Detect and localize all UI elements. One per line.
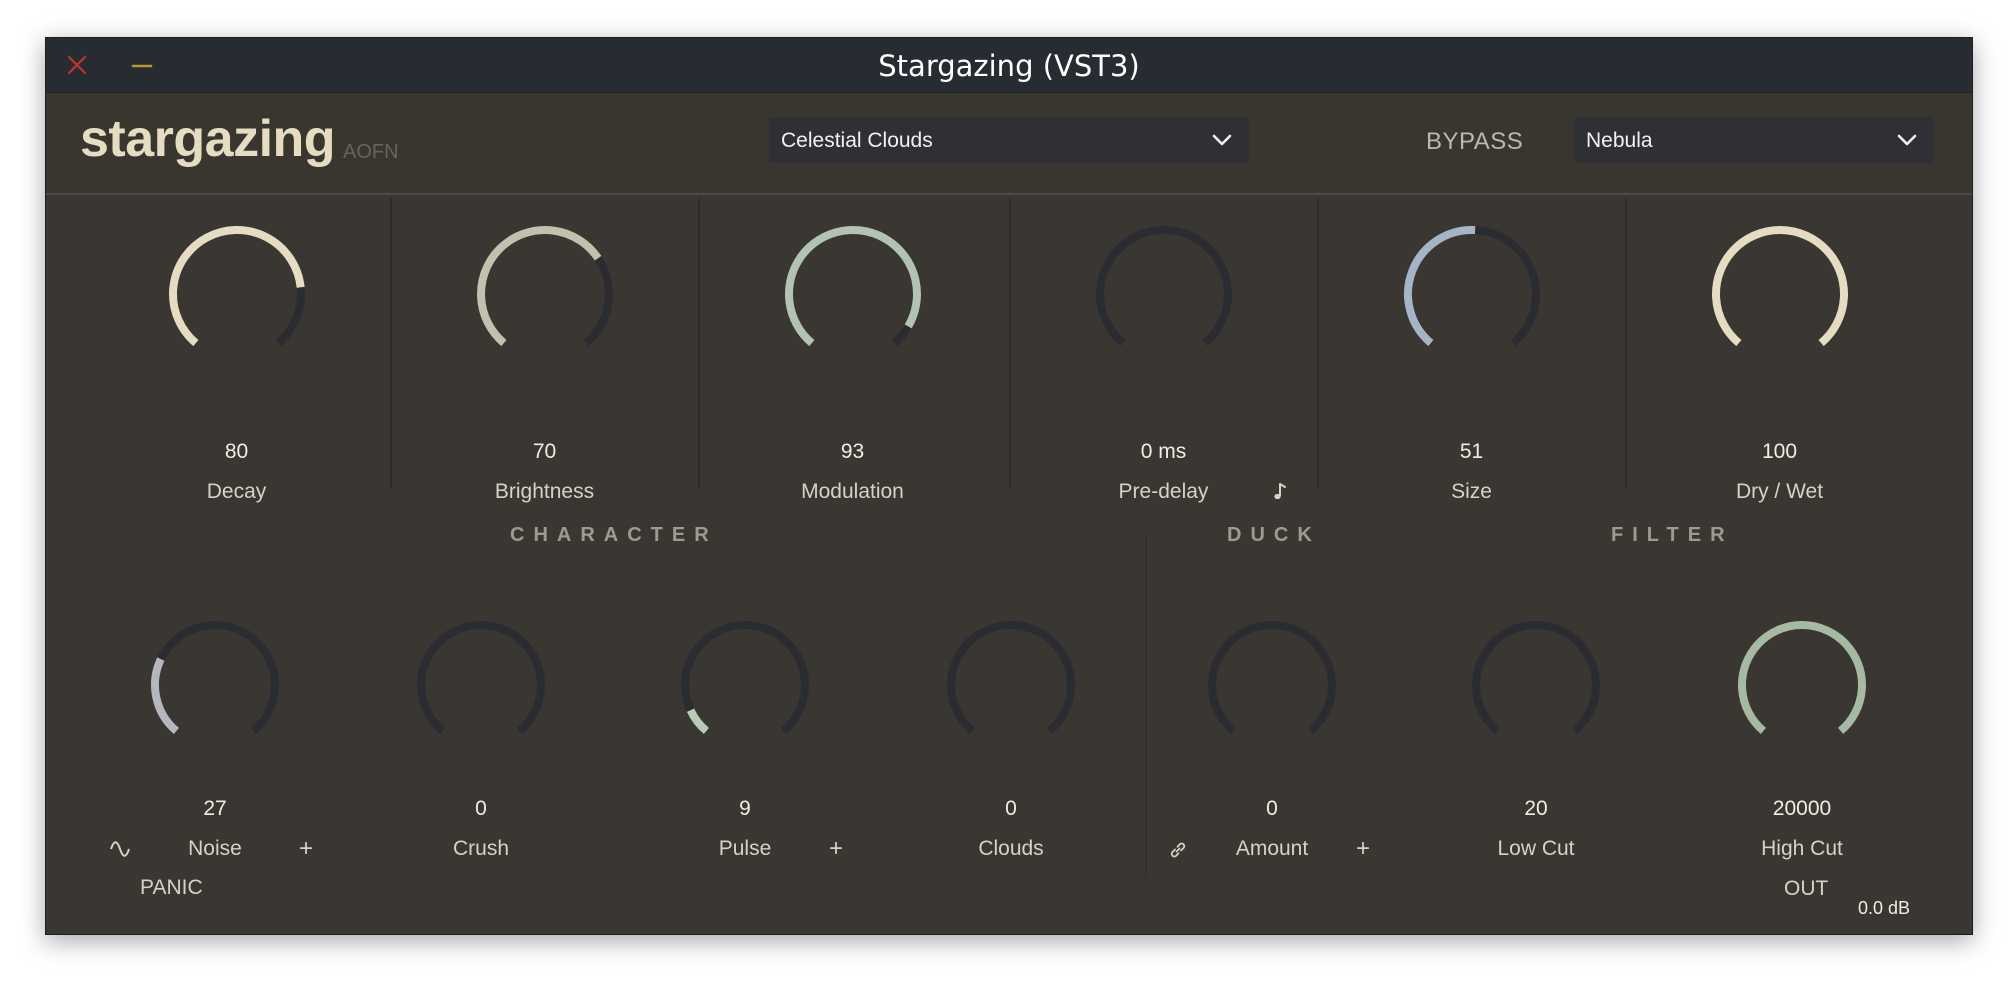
amount-control: 0 Amount + [1139, 583, 1405, 883]
crush-value: 0 [475, 797, 487, 820]
knob-track [1095, 226, 1232, 347]
pre-delay-value: 0 ms [1140, 440, 1187, 463]
dry-wet-value: 100 [1761, 440, 1798, 463]
amount-knob[interactable] [1202, 615, 1342, 755]
noise-add-button[interactable]: + [299, 835, 313, 863]
pre-delay-label: Pre-delay [1118, 480, 1209, 503]
modulation-label: Modulation [801, 480, 904, 503]
clouds-control: 0 Clouds [878, 583, 1144, 883]
knob-value-arc [1738, 621, 1866, 735]
chevron-down-icon [1211, 131, 1233, 149]
pre-delay-knob[interactable] [1089, 219, 1239, 369]
title-bar[interactable]: Stargazing (VST3) [46, 38, 1972, 93]
decay-value: 80 [224, 440, 249, 463]
knob-track [151, 621, 279, 735]
decay-label: Decay [206, 480, 267, 503]
output-level-readout[interactable]: 0.0 dB [1858, 898, 1910, 919]
clouds-knob[interactable] [941, 615, 1081, 755]
modulation-knob[interactable] [778, 219, 928, 369]
bypass-button[interactable]: BYPASS [1426, 128, 1523, 156]
header-bar: stargazing AOFN Celestial Clouds BYPASS … [46, 93, 1972, 195]
modulation-control: 93 Modulation [699, 195, 1006, 503]
pulse-control: 9 Pulse + [612, 583, 878, 883]
crush-knob[interactable] [411, 615, 551, 755]
noise-knob[interactable] [145, 615, 285, 755]
duck-section-title: DUCK [1227, 524, 1321, 546]
pulse-knob[interactable] [675, 615, 815, 755]
knob-value-arc [476, 226, 601, 347]
pulse-add-button[interactable]: + [829, 835, 843, 863]
knob-track [947, 621, 1075, 735]
knob-track [1208, 621, 1336, 735]
size-control: 51 Size [1318, 195, 1625, 503]
low-cut-knob[interactable] [1466, 615, 1606, 755]
knob-value-arc [151, 657, 180, 735]
decay-knob[interactable] [162, 219, 312, 369]
knob-track [1472, 621, 1600, 735]
high-cut-label: High Cut [1761, 837, 1843, 860]
window-title: Stargazing (VST3) [878, 49, 1140, 83]
mode-dropdown-value: Nebula [1586, 129, 1653, 152]
knob-value-arc [1403, 226, 1475, 347]
clouds-label: Clouds [978, 837, 1044, 860]
knob-value-arc [686, 708, 710, 735]
size-knob[interactable] [1397, 219, 1547, 369]
decay-control: 80 Decay [83, 195, 390, 503]
brightness-knob[interactable] [470, 219, 620, 369]
preset-dropdown-value: Celestial Clouds [781, 129, 933, 152]
high-cut-knob[interactable] [1732, 615, 1872, 755]
size-label: Size [1451, 480, 1492, 503]
crush-label: Crush [452, 837, 510, 860]
pre-delay-control: 0 ms Pre-delay [1010, 195, 1317, 503]
dry-wet-knob[interactable] [1705, 219, 1855, 369]
knob-value-arc [784, 226, 921, 347]
chevron-down-icon [1896, 131, 1918, 149]
brightness-control: 70 Brightness [391, 195, 698, 503]
size-value: 51 [1459, 440, 1484, 463]
knob-track [681, 621, 809, 735]
preset-dropdown[interactable]: Celestial Clouds [769, 117, 1249, 163]
dry-wet-label: Dry / Wet [1735, 480, 1824, 503]
mode-dropdown[interactable]: Nebula [1574, 117, 1934, 163]
link-icon[interactable] [1168, 840, 1188, 865]
pulse-value: 9 [739, 797, 751, 820]
plugin-window: Stargazing (VST3) stargazing AOFN Celest… [45, 37, 1973, 935]
noise-value: 27 [203, 797, 227, 820]
low-cut-control: 20 Low Cut [1403, 583, 1669, 883]
brightness-label: Brightness [494, 480, 595, 503]
knob-value-arc [1711, 226, 1848, 347]
amount-add-button[interactable]: + [1356, 835, 1370, 863]
character-section-title: CHARACTER [510, 524, 718, 546]
high-cut-control: 20000 High Cut [1669, 583, 1935, 883]
high-cut-value: 20000 [1772, 797, 1832, 820]
noise-control: 27 Noise + [82, 583, 348, 883]
maker-label: AOFN [343, 141, 399, 163]
plugin-logo: stargazing [80, 110, 336, 168]
amount-value: 0 [1266, 797, 1278, 820]
low-cut-label: Low Cut [1497, 837, 1575, 860]
low-cut-value: 20 [1524, 797, 1548, 820]
filter-section-title: FILTER [1611, 524, 1734, 546]
brightness-value: 70 [532, 440, 557, 463]
clouds-value: 0 [1005, 797, 1017, 820]
dry-wet-control: 100 Dry / Wet [1626, 195, 1933, 503]
output-label: OUT [1784, 877, 1829, 900]
modulation-value: 93 [840, 440, 865, 463]
sine-wave-icon[interactable] [109, 839, 131, 864]
crush-control: 0 Crush [348, 583, 614, 883]
knob-value-arc [168, 226, 305, 347]
music-note-icon[interactable] [1272, 482, 1288, 507]
knob-track [417, 621, 545, 735]
panic-button[interactable]: PANIC [140, 876, 203, 900]
